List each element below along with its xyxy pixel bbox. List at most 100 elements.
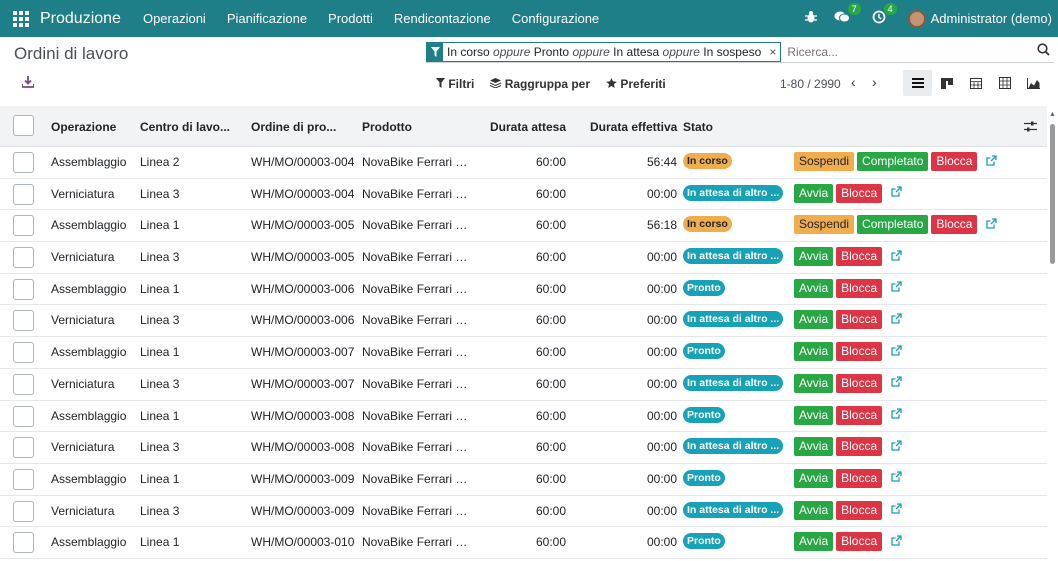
row-checkbox[interactable] [13, 310, 34, 332]
table-row[interactable]: Verniciatura Linea 3 WH/MO/00003-005 NovaBi… [0, 242, 1047, 274]
messages-icon[interactable]: 7 [834, 3, 861, 27]
calendar-view-icon[interactable] [961, 70, 990, 96]
block-button[interactable]: Blocca [836, 468, 883, 488]
filters-button[interactable]: Filtri [436, 77, 474, 91]
block-button[interactable]: Blocca [931, 152, 978, 171]
col-operation[interactable]: Operazione [51, 120, 116, 134]
done-button[interactable]: Completato [857, 152, 929, 171]
row-checkbox[interactable] [13, 437, 34, 459]
pause-button[interactable]: Sospendi [794, 152, 855, 171]
open-external-icon[interactable] [891, 471, 902, 485]
block-button[interactable]: Blocca [931, 215, 978, 235]
open-external-icon[interactable] [891, 249, 902, 264]
block-button[interactable]: Blocca [836, 342, 883, 362]
open-external-icon[interactable] [891, 376, 902, 390]
app-brand[interactable]: Produzione [40, 10, 121, 28]
block-button[interactable]: Blocca [836, 310, 883, 330]
search-input[interactable] [787, 44, 1038, 59]
table-row[interactable]: Verniciatura Linea 3 WH/MO/00003-004 NovaBi… [0, 179, 1047, 211]
row-checkbox[interactable] [13, 532, 34, 554]
row-checkbox[interactable] [13, 183, 34, 205]
block-button[interactable]: Blocca [836, 183, 883, 203]
start-button[interactable]: Avvia [794, 310, 834, 330]
start-button[interactable]: Avvia [794, 342, 834, 362]
open-external-icon[interactable] [891, 186, 902, 200]
table-row[interactable]: Verniciatura Linea 3 WH/MO/00003-007 NovaBi… [0, 369, 1047, 401]
pager-next-icon[interactable]: › [872, 74, 877, 90]
page-title[interactable]: Ordini di lavoro [14, 44, 128, 64]
col-state[interactable]: Stato [683, 120, 713, 134]
optional-columns-icon[interactable] [1024, 120, 1037, 135]
col-workcenter[interactable]: Centro di lavo... [140, 120, 230, 134]
col-product[interactable]: Prodotto [362, 120, 472, 134]
start-button[interactable]: Avvia [794, 405, 834, 425]
table-row[interactable]: Verniciatura Linea 3 WH/MO/00003-008 NovaBi… [0, 432, 1047, 464]
apps-grid-icon[interactable] [13, 10, 29, 27]
menu-item-planning[interactable]: Pianificazione [227, 11, 307, 26]
row-checkbox[interactable] [13, 247, 34, 269]
table-row[interactable]: Verniciatura Linea 3 WH/MO/00003-009 NovaBi… [0, 496, 1047, 528]
menu-item-configuration[interactable]: Configurazione [512, 11, 599, 26]
open-external-icon[interactable] [891, 313, 902, 327]
pager-value[interactable]: 1-80 / 2990 [780, 77, 841, 91]
block-button[interactable]: Blocca [836, 437, 883, 457]
block-button[interactable]: Blocca [836, 278, 883, 298]
col-expected-duration[interactable]: Durata attesa [490, 120, 566, 134]
table-row[interactable]: Assemblaggio Linea 1 WH/MO/00003-010 NovaBi… [0, 527, 1047, 559]
open-external-icon[interactable] [891, 503, 902, 517]
filter-facet[interactable]: In corso oppure Pronto oppure In attesa … [426, 41, 782, 62]
row-checkbox[interactable] [13, 152, 34, 173]
pager-previous-icon[interactable]: ‹ [851, 74, 856, 90]
pivot-view-icon[interactable] [990, 70, 1019, 96]
scrollbar-thumb[interactable] [1050, 124, 1055, 264]
row-checkbox[interactable] [13, 215, 34, 237]
open-external-icon[interactable] [986, 218, 998, 232]
start-button[interactable]: Avvia [794, 532, 834, 552]
col-production-order[interactable]: Ordine di pro... [251, 120, 336, 134]
table-row[interactable]: Assemblaggio Linea 2 WH/MO/00003-004 NovaBi… [0, 147, 1047, 179]
table-row[interactable]: Assemblaggio Linea 1 WH/MO/00003-006 NovaBi… [0, 274, 1047, 306]
row-checkbox[interactable] [13, 342, 34, 364]
table-row[interactable]: Assemblaggio Linea 1 WH/MO/00003-009 NovaBi… [0, 464, 1047, 496]
row-checkbox[interactable] [13, 373, 34, 395]
row-checkbox[interactable] [13, 278, 34, 300]
menu-item-reporting[interactable]: Rendicontazione [394, 11, 491, 26]
block-button[interactable]: Blocca [836, 532, 883, 552]
bug-icon[interactable] [804, 10, 818, 27]
row-checkbox[interactable] [13, 468, 34, 490]
col-real-duration[interactable]: Durata effettiva [590, 120, 677, 134]
activity-clock-icon[interactable]: 4 [872, 3, 897, 27]
menu-item-operations[interactable]: Operazioni [143, 11, 206, 26]
favorites-button[interactable]: Preferiti [606, 77, 666, 91]
open-external-icon[interactable] [891, 344, 902, 359]
block-button[interactable]: Blocca [836, 500, 883, 520]
table-row[interactable]: Assemblaggio Linea 1 WH/MO/00003-007 NovaBi… [0, 337, 1047, 369]
start-button[interactable]: Avvia [794, 183, 834, 203]
start-button[interactable]: Avvia [794, 468, 834, 488]
start-button[interactable]: Avvia [794, 500, 834, 520]
table-row[interactable]: Verniciatura Linea 3 WH/MO/00003-006 NovaBi… [0, 305, 1047, 338]
remove-facet-icon[interactable]: × [765, 45, 780, 59]
start-button[interactable]: Avvia [794, 437, 834, 457]
table-row[interactable]: Assemblaggio Linea 1 WH/MO/00003-005 NovaBi… [0, 210, 1047, 243]
start-button[interactable]: Avvia [794, 373, 834, 393]
download-icon[interactable] [21, 76, 35, 91]
block-button[interactable]: Blocca [836, 247, 883, 267]
start-button[interactable]: Avvia [794, 278, 834, 298]
select-all-checkbox[interactable] [13, 115, 34, 136]
row-checkbox[interactable] [13, 500, 34, 522]
open-external-icon[interactable] [891, 535, 902, 549]
graph-view-icon[interactable] [1019, 70, 1048, 96]
pause-button[interactable]: Sospendi [794, 215, 855, 235]
menu-item-products[interactable]: Prodotti [328, 11, 373, 26]
open-external-icon[interactable] [986, 154, 998, 169]
user-name[interactable]: Administrator (demo) [931, 11, 1052, 26]
kanban-view-icon[interactable] [932, 70, 961, 96]
groupby-button[interactable]: Raggruppa per [490, 77, 590, 91]
user-avatar[interactable] [907, 9, 926, 28]
row-checkbox[interactable] [13, 405, 34, 427]
table-row[interactable]: Assemblaggio Linea 1 WH/MO/00003-008 NovaBi… [0, 401, 1047, 433]
open-external-icon[interactable] [891, 281, 902, 295]
block-button[interactable]: Blocca [836, 405, 883, 425]
open-external-icon[interactable] [891, 440, 902, 454]
